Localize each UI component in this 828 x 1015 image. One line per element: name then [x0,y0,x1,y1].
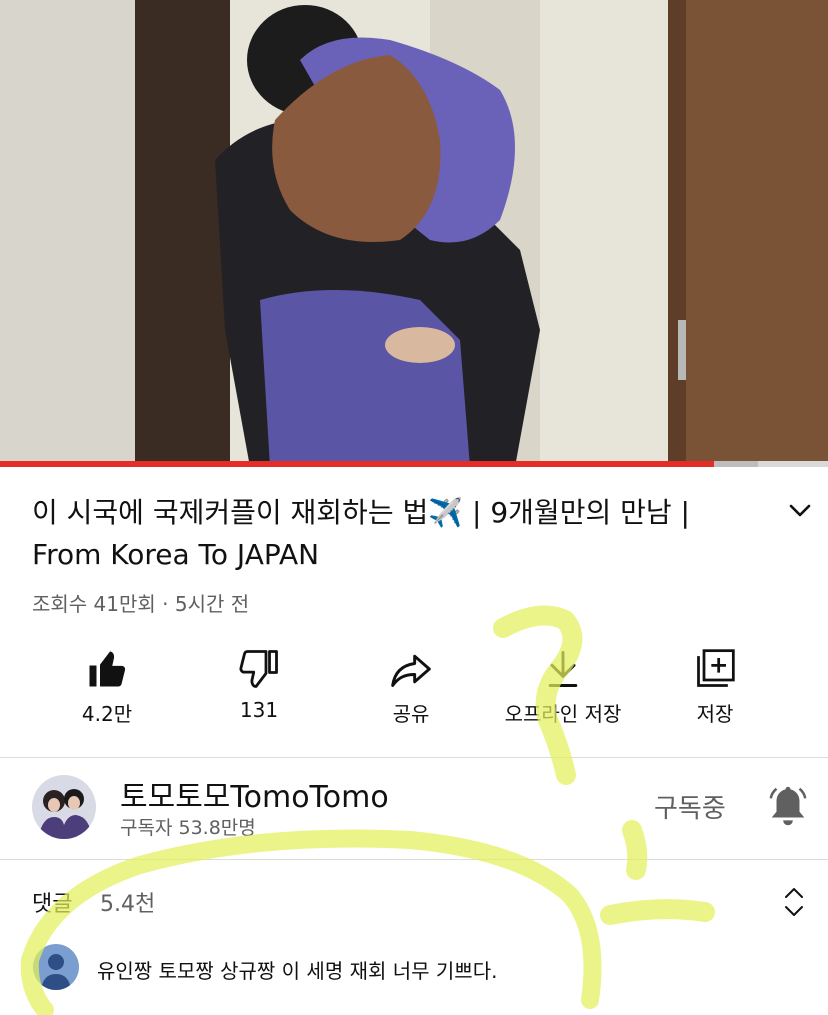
dislike-icon [239,650,278,688]
divider [0,859,828,860]
channel-avatar[interactable] [32,775,96,839]
meta-separator: · [155,592,175,616]
channel-avatar-image [32,775,96,839]
like-icon [89,651,126,687]
share-label: 공유 [392,702,430,726]
like-count: 4.2만 [81,702,133,726]
download-button[interactable]: 오프라인 저장 [483,640,643,727]
video-frame [0,0,828,467]
divider [0,757,828,758]
upload-time: 5시간 전 [174,592,250,616]
like-button[interactable]: 4.2만 [27,640,187,727]
expand-description-button[interactable] [783,494,817,528]
download-icon [548,651,578,687]
share-icon [391,654,431,687]
progress-played [0,461,714,467]
save-playlist-icon [697,649,735,687]
bell-icon [769,786,807,826]
default-user-icon [33,944,79,990]
video-meta: 조회수 41만회 · 5시간 전 [32,588,249,617]
video-title-text-1: 이 시국에 국제커플이 재회하는 법 [32,496,429,529]
save-label: 저장 [696,702,734,726]
airplane-emoji-icon: ✈️ [428,496,464,529]
notification-bell-button[interactable] [765,783,811,829]
comments-count: 5.4천 [100,892,156,917]
view-count: 조회수 41만회 [32,592,156,616]
dislike-count: 131 [239,698,279,722]
comments-heading[interactable]: 댓글 [32,886,72,918]
unfold-icon [785,888,803,916]
top-comment-text: 유인짱 토모짱 상규짱 이 세명 재회 너무 기쁘다. [97,959,498,983]
video-title[interactable]: 이 시국에 국제커플이 재회하는 법✈️ | 9개월만의 만남 | From K… [32,492,742,576]
download-label: 오프라인 저장 [504,702,622,726]
dislike-button[interactable]: 131 [179,640,339,722]
channel-name[interactable]: 토모토모TomoTomo [120,772,389,816]
video-player[interactable] [0,0,828,467]
chevron-down-icon [789,504,811,517]
subscriber-count: 구독자 53.8만명 [120,817,256,839]
commenter-avatar[interactable] [33,944,79,990]
expand-comments-button[interactable] [780,884,808,920]
subscribed-button[interactable]: 구독중 [654,788,726,825]
progress-bar[interactable] [0,461,828,467]
share-button[interactable]: 공유 [331,640,491,727]
save-button[interactable]: 저장 [635,640,795,727]
action-bar: 4.2만 131 공유 오프라인 저장 저장 [0,640,828,740]
